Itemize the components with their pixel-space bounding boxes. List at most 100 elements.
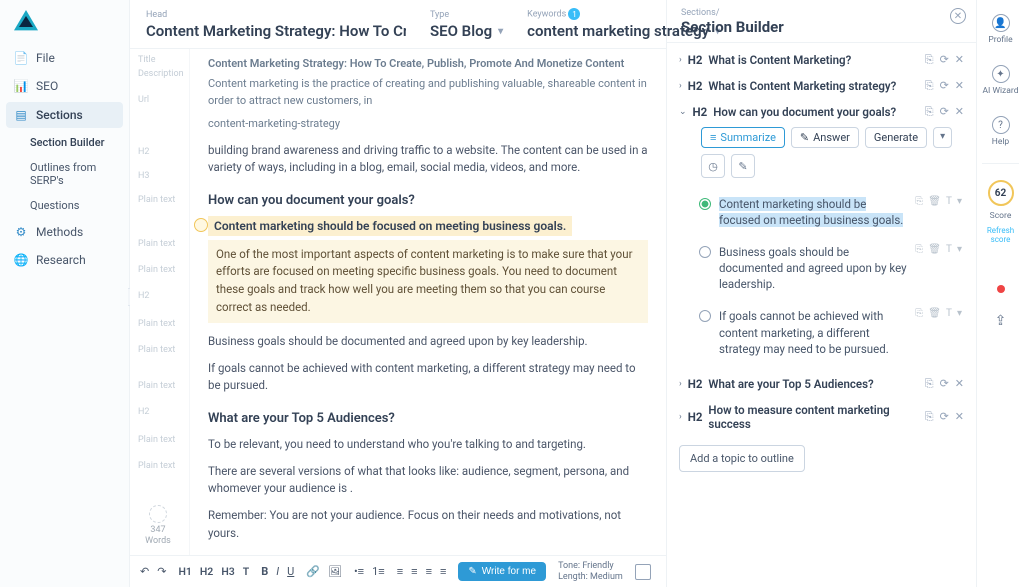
remove-icon[interactable]: ✕ (955, 410, 964, 424)
copy-icon[interactable]: ⎘ (915, 244, 923, 255)
history-button[interactable]: ◷ (701, 154, 725, 178)
image-button[interactable]: 🖼 (328, 565, 342, 578)
copy-icon[interactable]: ⎘ (915, 196, 923, 207)
refresh-icon[interactable]: ⟳ (940, 105, 949, 119)
tone-value: Friendly (582, 561, 613, 571)
copy-icon[interactable]: ⎘ (925, 410, 934, 424)
expand-toggle[interactable]: › (679, 412, 682, 422)
remove-icon[interactable]: ✕ (955, 79, 964, 93)
remove-icon[interactable]: ✕ (955, 377, 964, 391)
refresh-icon[interactable]: ⟳ (940, 53, 949, 67)
answer-button[interactable]: ✎Answer (791, 127, 859, 148)
expand-toggle[interactable]: › (679, 55, 682, 65)
write-for-me-button[interactable]: ✎ Write for me (458, 562, 546, 581)
outline-point[interactable]: If goals cannot be achieved with content… (697, 300, 964, 364)
gutter-pt1: Plain text (130, 193, 189, 207)
delete-icon[interactable]: 🗑 (928, 308, 941, 319)
section-tag: H2 (688, 377, 703, 391)
tone-length-block[interactable]: Tone: Friendly Length: Medium (558, 561, 623, 583)
rail-ai-wizard[interactable]: ✦ AI Wizard (977, 61, 1024, 100)
nav-research[interactable]: 🌐 Research (0, 246, 129, 274)
align-right-button[interactable]: ≡ (426, 565, 432, 578)
header-head-field[interactable]: Head Content Marketing Strategy: How To … (146, 10, 406, 40)
doc-title: Content Marketing Strategy: How To Creat… (208, 57, 648, 70)
copy-icon[interactable]: ⎘ (915, 308, 923, 319)
chevron-down-icon[interactable]: ▾ (957, 244, 962, 255)
doc-description: Content marketing is the practice of cre… (208, 76, 648, 109)
section-title[interactable]: How can you document your goals? (713, 105, 918, 119)
subnav-outlines[interactable]: Outlines from SERP's (8, 155, 129, 193)
align-justify-button[interactable]: ≡ (440, 565, 446, 578)
rail-profile[interactable]: 👤 Profile (977, 10, 1024, 49)
underline-button[interactable]: U (287, 565, 294, 578)
h2-button[interactable]: H2 (200, 565, 213, 578)
section-title[interactable]: What is Content Marketing? (708, 53, 918, 67)
italic-button[interactable]: I (276, 565, 279, 578)
section-title[interactable]: What is Content Marketing strategy? (708, 79, 918, 93)
align-left-button[interactable]: ≡ (397, 565, 403, 578)
outline-point[interactable]: Business goals should be documented and … (697, 236, 964, 300)
rail-notification[interactable] (977, 281, 1024, 297)
chevron-down-icon[interactable]: ▾ (957, 308, 962, 319)
point-check-icon[interactable] (699, 246, 711, 258)
edit-button[interactable]: ✎ (731, 154, 755, 178)
copy-icon[interactable]: ⎘ (925, 377, 934, 391)
nav-seo[interactable]: 📊 SEO (0, 72, 129, 100)
link-button[interactable]: 🔗 (306, 565, 320, 578)
collapse-toggle[interactable]: ⌄ (679, 107, 687, 117)
bold-button[interactable]: B (261, 565, 268, 578)
sparkle-icon: ✦ (992, 65, 1010, 83)
heading-goals: How can you document your goals? (208, 193, 648, 208)
h3-button[interactable]: H3 (221, 565, 234, 578)
point-check-icon[interactable] (699, 198, 711, 210)
refresh-icon[interactable]: ⟳ (940, 410, 949, 424)
nav-sections[interactable]: ▤ Sections (6, 102, 123, 128)
bullet-list-button[interactable]: •≡ (354, 565, 364, 578)
section-row: › H2 What are your Top 5 Audiences? ⎘ ⟳ … (677, 371, 966, 397)
chevron-down-icon[interactable]: ▾ (498, 26, 503, 37)
align-center-button[interactable]: ≡ (411, 565, 417, 578)
refresh-icon[interactable]: ⟳ (940, 377, 949, 391)
chevron-down-icon[interactable]: ▾ (957, 196, 962, 207)
layout-toggle-button[interactable] (635, 564, 651, 580)
refresh-icon[interactable]: ⟳ (940, 79, 949, 93)
outline-point[interactable]: Content marketing should be focused on m… (697, 188, 964, 236)
remove-icon[interactable]: ✕ (955, 53, 964, 67)
subnav-questions[interactable]: Questions (8, 193, 129, 218)
copy-icon[interactable]: ⎘ (925, 105, 934, 119)
expand-toggle[interactable]: › (679, 379, 682, 389)
delete-icon[interactable]: 🗑 (928, 244, 941, 255)
remove-icon[interactable]: ✕ (955, 105, 964, 119)
text-icon[interactable]: T (946, 308, 952, 319)
text-button[interactable]: T (243, 565, 249, 578)
ordered-list-button[interactable]: 1≡ (372, 565, 385, 578)
editor[interactable]: Content Marketing Strategy: How To Creat… (190, 49, 666, 555)
copy-icon[interactable]: ⎘ (925, 79, 934, 93)
section-tag: H2 (693, 105, 708, 119)
text-icon[interactable]: T (946, 244, 952, 255)
delete-icon[interactable]: 🗑 (928, 196, 941, 207)
refresh-score-link[interactable]: Refresh score (977, 227, 1024, 245)
rail-score[interactable]: 62 Score Refresh score (977, 176, 1024, 249)
add-topic-button[interactable]: Add a topic to outline (679, 445, 805, 472)
subnav-section-builder[interactable]: Section Builder (8, 130, 129, 155)
expand-toggle[interactable]: › (679, 81, 682, 91)
panel-close-button[interactable]: ✕ (950, 8, 966, 24)
generate-button[interactable]: Generate (865, 127, 927, 148)
generate-dropdown[interactable]: ▾ (933, 127, 952, 148)
redo-button[interactable]: ↷ (157, 565, 166, 578)
undo-button[interactable]: ↶ (140, 565, 149, 578)
copy-icon[interactable]: ⎘ (925, 53, 934, 67)
gutter-description: Description (130, 67, 189, 85)
summarize-button[interactable]: ≡Summarize (701, 127, 785, 148)
nav-file[interactable]: 📄 File (0, 44, 129, 72)
rail-help[interactable]: ? Help (977, 112, 1024, 151)
rail-share[interactable]: ⇪ (977, 309, 1024, 333)
section-title[interactable]: How to measure content marketing success (708, 403, 918, 431)
h1-button[interactable]: H1 (178, 565, 191, 578)
header-type-field[interactable]: Type SEO Blog▾ (430, 10, 503, 40)
nav-methods[interactable]: ⚙ Methods (0, 218, 129, 246)
section-title[interactable]: What are your Top 5 Audiences? (708, 377, 918, 391)
text-icon[interactable]: T (946, 196, 952, 207)
point-check-icon[interactable] (699, 310, 711, 322)
